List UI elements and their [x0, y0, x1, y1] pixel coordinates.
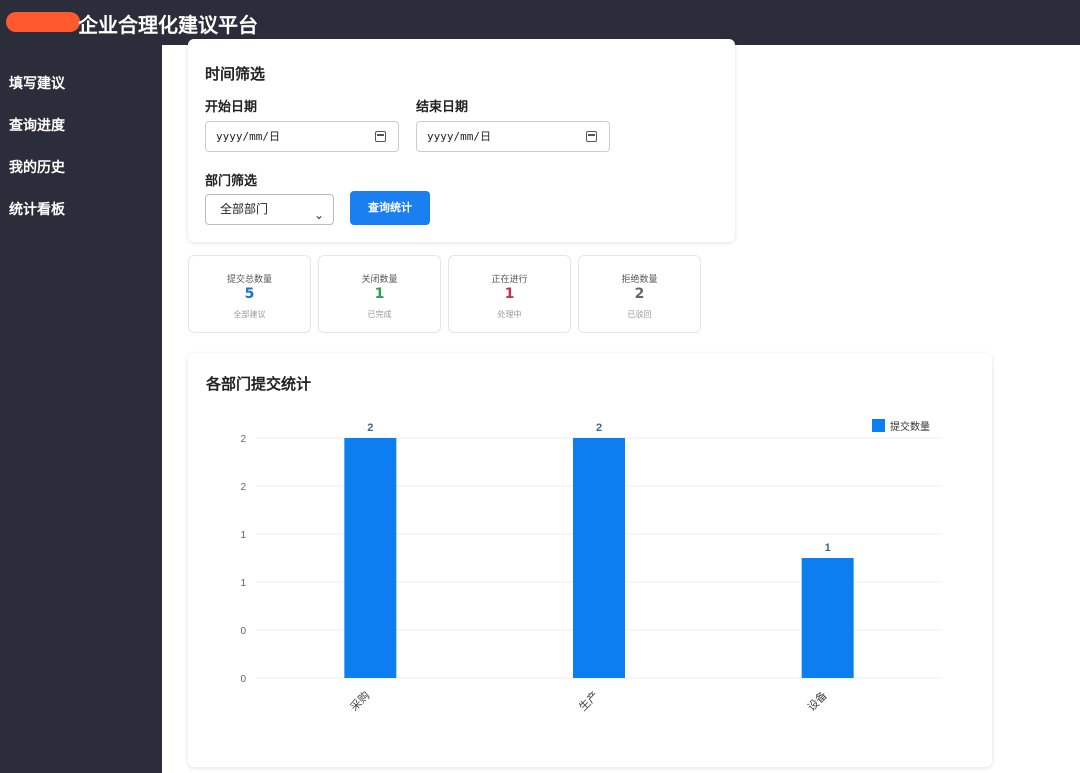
sidebar-item-submit[interactable]: 填写建议 [9, 73, 65, 93]
stat-label: 关闭数量 [361, 275, 398, 285]
stat-subtext: 处理中 [497, 310, 522, 319]
y-tick-label: 1 [240, 578, 246, 589]
stat-label: 正在进行 [491, 275, 528, 285]
x-tick-label: 生产 [576, 688, 601, 713]
x-tick-label: 设备 [804, 688, 829, 713]
x-tick-label: 采购 [347, 688, 372, 713]
y-tick-label: 2 [240, 434, 246, 445]
sidebar-item-dashboard[interactable]: 统计看板 [9, 199, 65, 219]
chevron-down-icon: ⌄ [313, 208, 324, 222]
y-tick-label: 2 [240, 482, 246, 493]
bar [801, 558, 854, 678]
stat-value: 2 [634, 286, 645, 302]
brand-logo-redacted [6, 12, 80, 32]
bar-chart: 0 0 1 1 2 2 2 采购 2 生产 1 设备 提交数量 [240, 419, 942, 714]
calendar-icon[interactable] [586, 131, 597, 142]
main-content: 时间筛选 开始日期 yyyy/mm/日 结束日期 yyyy/mm/日 部门筛选 … [162, 39, 1080, 773]
start-date-label: 开始日期 [205, 100, 258, 115]
sidebar-item-query-progress[interactable]: 查询进度 [9, 115, 65, 135]
start-date-placeholder: yyyy/mm/日 [216, 130, 280, 143]
stat-card-in-progress: 正在进行 1 处理中 [448, 255, 571, 333]
stat-label: 提交总数量 [226, 275, 272, 285]
dept-select-value: 全部部门 [220, 202, 269, 216]
stat-subtext: 已完成 [367, 310, 392, 319]
data-label: 2 [596, 422, 602, 434]
sidebar: 填写建议 查询进度 我的历史 统计看板 [0, 45, 162, 773]
stat-value: 5 [244, 286, 255, 302]
calendar-icon[interactable] [375, 131, 386, 142]
y-tick-label: 1 [240, 530, 246, 541]
data-label: 1 [825, 542, 831, 554]
y-tick-label: 0 [240, 626, 246, 637]
stat-subtext: 全部建议 [233, 310, 266, 319]
dept-select[interactable]: 全部部门 ⌄ [205, 194, 334, 225]
filter-card: 时间筛选 开始日期 yyyy/mm/日 结束日期 yyyy/mm/日 部门筛选 … [188, 39, 735, 242]
legend-swatch [872, 419, 885, 432]
bar [344, 438, 397, 678]
end-date-input[interactable]: yyyy/mm/日 [416, 121, 610, 152]
legend-label: 提交数量 [890, 420, 930, 433]
stat-label: 拒绝数量 [621, 275, 658, 285]
stat-value: 1 [504, 286, 515, 302]
bar [573, 438, 625, 678]
filter-title: 时间筛选 [205, 65, 266, 83]
end-date-label: 结束日期 [416, 100, 469, 115]
stat-value: 1 [374, 286, 385, 302]
sidebar-item-history[interactable]: 我的历史 [9, 157, 65, 177]
y-tick-label: 0 [240, 674, 246, 685]
stat-card-rejected: 拒绝数量 2 已驳回 [578, 255, 701, 333]
chart-card: 各部门提交统计 0 0 1 1 2 2 2 采购 2 生产 1 设备 提交数量 [188, 353, 992, 767]
app-title: 企业合理化建议平台 [78, 13, 258, 37]
start-date-input[interactable]: yyyy/mm/日 [205, 121, 399, 152]
stat-card-closed: 关闭数量 1 已完成 [318, 255, 441, 333]
data-label: 2 [367, 422, 373, 434]
stat-card-total: 提交总数量 5 全部建议 [188, 255, 311, 333]
end-date-placeholder: yyyy/mm/日 [427, 130, 491, 143]
dept-filter-label: 部门筛选 [205, 174, 258, 189]
stat-subtext: 已驳回 [627, 310, 652, 319]
query-stats-button[interactable]: 查询统计 [350, 191, 430, 225]
